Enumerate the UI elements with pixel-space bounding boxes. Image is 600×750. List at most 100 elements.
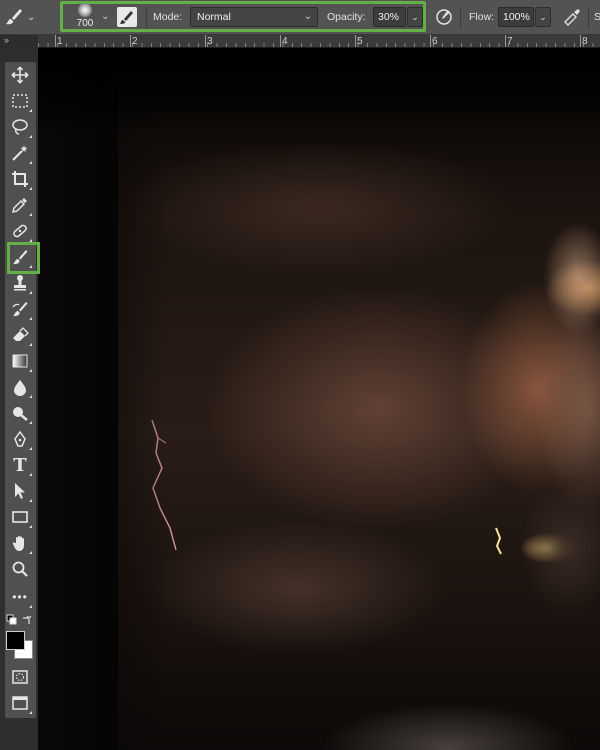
clone-stamp-tool[interactable] [9,272,32,294]
stamp-icon [14,275,26,291]
default-colors-icon[interactable] [6,614,18,626]
cursor-arrow-icon [15,483,25,499]
marquee-icon [12,94,28,108]
rectangle-tool[interactable] [9,506,32,528]
document-canvas[interactable] [38,48,600,750]
gradient-tool[interactable] [9,350,32,372]
smoothing-label-partial: S [594,11,600,23]
beard-shadow [498,468,600,638]
blur-tool[interactable] [9,376,32,398]
ruler-label: 8 [582,36,588,47]
ruler-label: 7 [507,36,513,47]
ruler-tick [355,35,356,47]
brush-settings-panel-toggle[interactable] [117,7,137,27]
separator [588,7,589,29]
eraser-icon [13,327,29,341]
ruler-tick [205,35,206,47]
type-tool[interactable]: T [9,454,32,476]
move-tool[interactable] [9,64,31,86]
selected-tool-highlight [7,242,40,274]
marquee-tool[interactable] [9,90,32,112]
type-icon: T [13,454,27,476]
ruler-label: 1 [57,36,63,47]
chevron-down-icon: ⌄ [27,11,36,23]
brush-tip-icon [78,3,92,17]
opacity-value: 30% [378,11,400,23]
flow-dropdown[interactable]: ⌄ [535,7,551,27]
pen-icon [14,430,26,447]
tools-panel: T ••• [5,62,40,718]
dodge-icon [13,407,28,421]
ruler-label: 3 [207,36,213,47]
ruler-tick [505,35,506,47]
ruler-tick [580,35,581,47]
flow-input[interactable]: 100% [498,7,534,27]
opacity-dropdown[interactable]: ⌄ [407,7,423,27]
brush-size-value: 700 [76,18,94,29]
chevron-down-icon[interactable]: ⌄ [101,11,109,22]
history-brush-icon [12,302,28,317]
brush-tool[interactable] [7,242,40,274]
opacity-input[interactable]: 30% [373,7,406,27]
ruler-tick [430,35,431,47]
pressure-opacity-icon[interactable] [433,6,455,28]
separator [460,7,461,29]
separator [146,7,147,29]
ruler-label: 5 [357,36,363,47]
mode-select[interactable]: Normal ⌄ [190,7,318,27]
ruler-label: 6 [432,36,438,47]
eyedropper-tool[interactable] [9,194,32,216]
healing-brush-tool[interactable] [9,220,32,242]
magic-wand-tool[interactable] [9,142,32,164]
opacity-label: Opacity: [327,11,366,23]
expand-panels-icon[interactable]: ›› [4,35,9,45]
lightning-glow [495,527,502,555]
foreground-color-swatch[interactable] [6,631,25,650]
ruler-label: 2 [132,36,138,47]
options-bar: ⌄ 700 ⌄ Mode: Normal ⌄ Opacity: 30% ⌄ Fl… [0,0,600,35]
lasso-icon [12,119,28,135]
more-tools[interactable]: ••• [9,586,32,608]
dodge-tool[interactable] [9,402,32,424]
gradient-icon [12,354,28,368]
magic-wand-icon [12,145,28,161]
pen-tool[interactable] [9,428,32,450]
drop-icon [14,380,26,396]
mode-value: Normal [197,11,231,23]
screen-mode-button[interactable] [9,692,32,714]
ellipsis-icon: ••• [12,590,28,604]
tool-preset-picker[interactable]: ⌄ [4,6,44,28]
move-icon [11,66,29,84]
bandage-icon [13,224,27,238]
ruler-tick [130,35,131,47]
left-fade-overlay [38,48,168,750]
swap-colors-icon[interactable] [21,614,33,626]
shoulder-shape [288,658,600,750]
history-brush-tool[interactable] [9,298,32,320]
path-selection-tool[interactable] [9,480,32,502]
ruler-label: 4 [282,36,288,47]
ruler-tick [55,35,56,47]
eyedropper-icon [11,198,27,214]
brush-icon [6,9,22,25]
flow-value: 100% [503,11,530,23]
rectangle-icon [12,511,28,523]
airbrush-icon[interactable] [561,6,583,28]
brush-panel-icon [120,11,133,24]
crop-icon [12,171,28,187]
screen-mode-icon [12,696,28,710]
crop-tool[interactable] [9,168,32,190]
hand-tool[interactable] [9,532,32,554]
hand-icon [12,536,24,551]
quick-mask-icon [12,670,28,684]
zoom-tool[interactable] [9,558,31,580]
horizontal-ruler: 1 2 3 4 5 6 7 8 [38,35,600,48]
top-dark-overlay [38,48,600,138]
eraser-tool[interactable] [9,324,32,346]
lasso-tool[interactable] [9,116,32,138]
mode-label: Mode: [153,11,183,23]
brush-preset-picker[interactable]: 700 [70,3,100,31]
flow-label: Flow: [469,11,495,23]
quick-mask-button[interactable] [9,666,31,688]
chevron-down-icon: ⌄ [303,11,312,22]
